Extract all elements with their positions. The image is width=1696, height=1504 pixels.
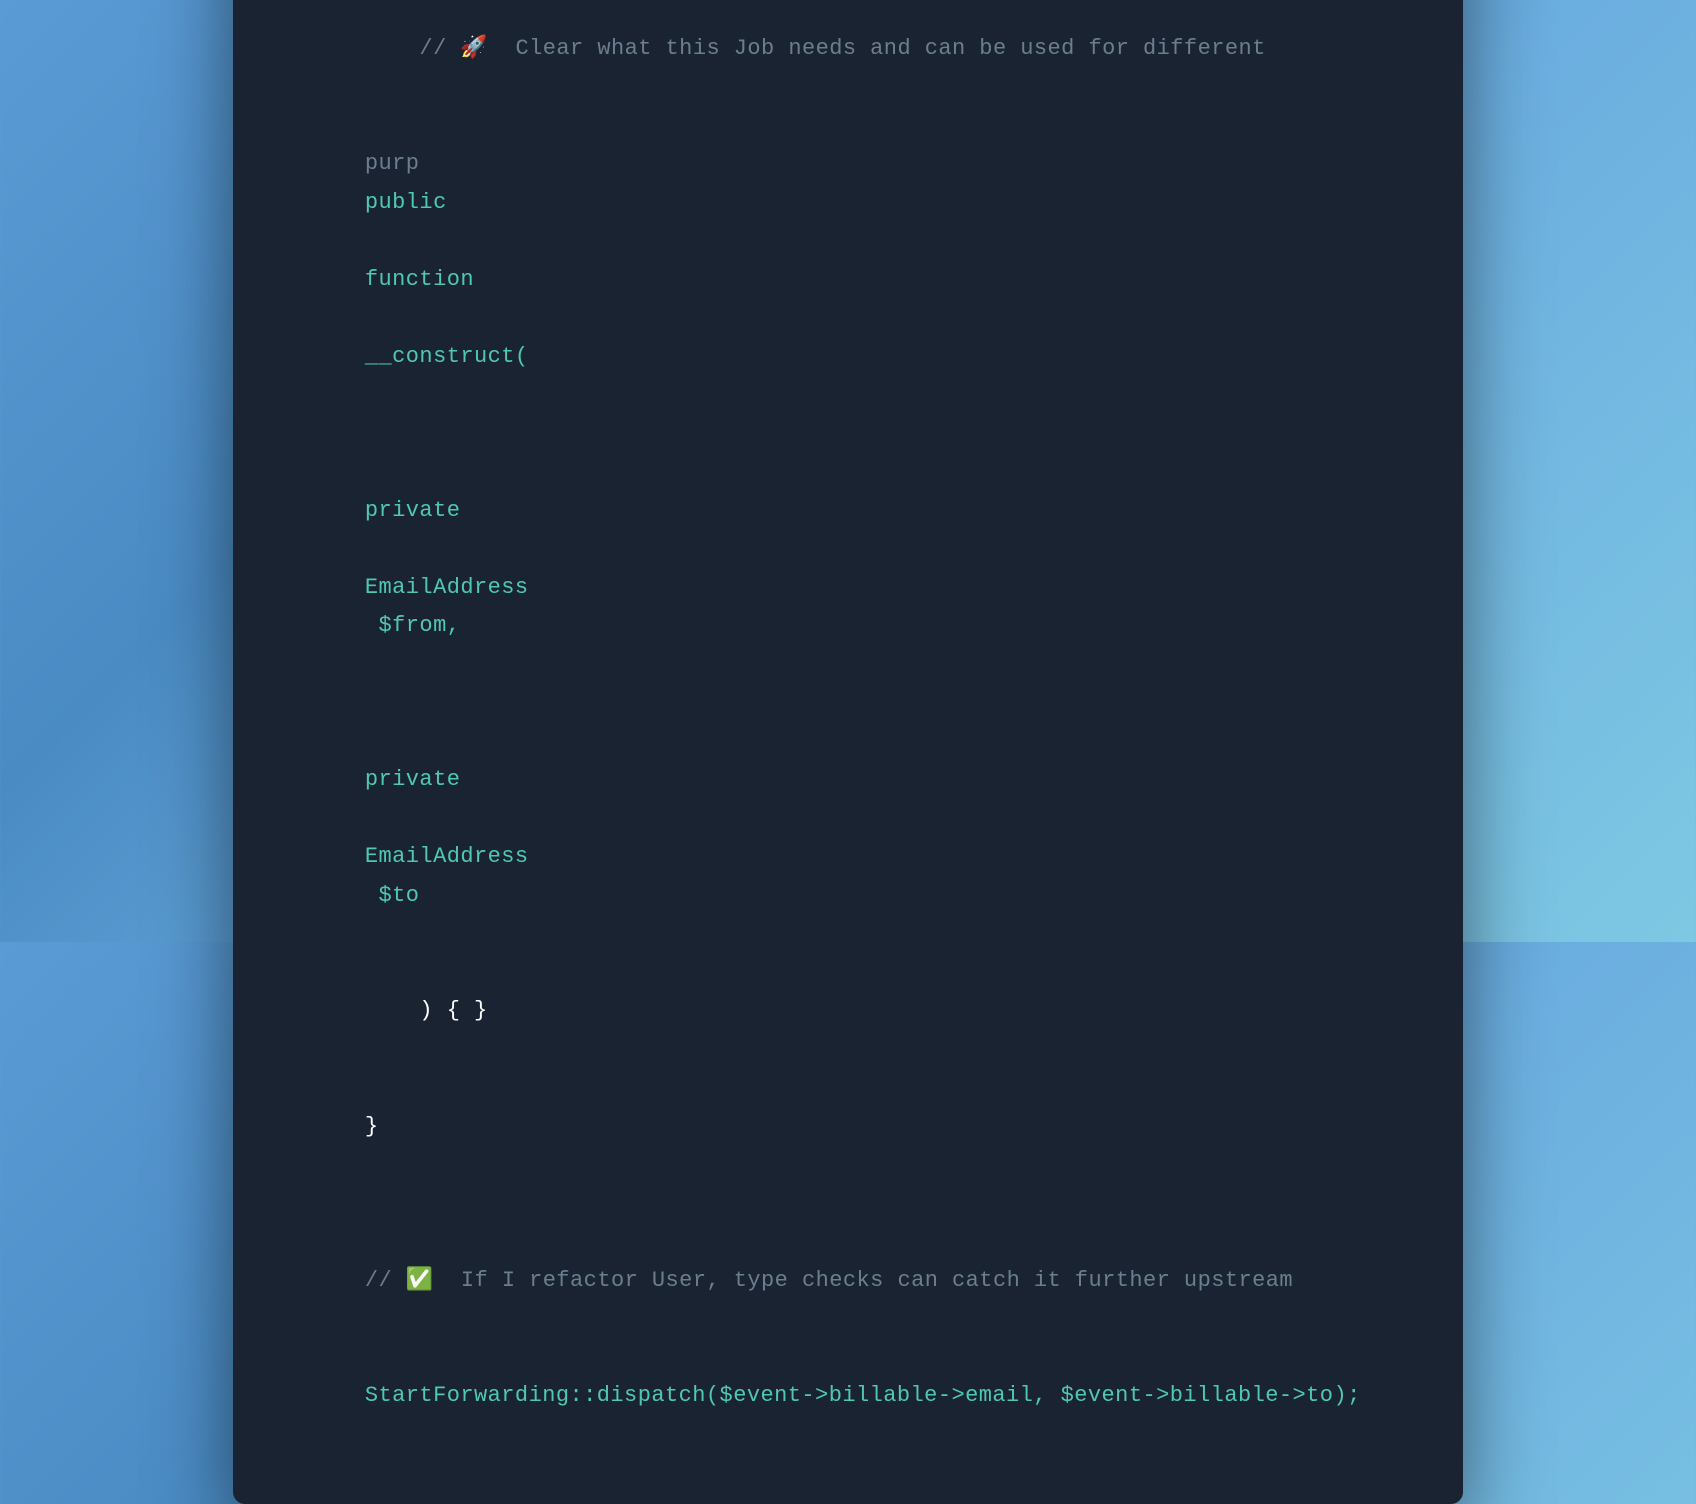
code-line-4: purp public function __construct( (283, 107, 1413, 415)
type-emailaddress-1: EmailAddress (365, 575, 529, 600)
comment-continuation: purp (365, 151, 420, 176)
closing-construct-brace: ) { } (365, 998, 488, 1023)
code-editor-window: class StartForwarding implements ShouldQ… (233, 0, 1463, 1504)
comment-rocket: // 🚀 Clear what this Job needs and can b… (365, 36, 1266, 61)
code-display: class StartForwarding implements ShouldQ… (233, 0, 1463, 1504)
keyword-public: public (365, 190, 447, 215)
method-construct: __construct( (365, 344, 529, 369)
empty-line (283, 1185, 1413, 1224)
keyword-private-1: private (365, 498, 461, 523)
param-from: $from, (365, 613, 461, 638)
dispatch-statement: StartForwarding::dispatch($event->billab… (365, 1383, 1361, 1408)
param-to: $to (365, 883, 420, 908)
code-line-dispatch: StartForwarding::dispatch($event->billab… (283, 1339, 1413, 1455)
keyword-function: function (365, 267, 474, 292)
close-class-brace: } (365, 1114, 379, 1139)
code-line-comment-1: // 🚀 Clear what this Job needs and can b… (283, 0, 1413, 107)
comment-checkmark: // ✅ If I refactor User, type checks can… (365, 1268, 1293, 1293)
code-line-6: private EmailAddress $to (283, 684, 1413, 954)
code-line-5: private EmailAddress $from, (283, 415, 1413, 685)
code-line-comment-2: // ✅ If I refactor User, type checks can… (283, 1223, 1413, 1339)
code-line-7: ) { } (283, 954, 1413, 1070)
code-line-8: } (283, 1069, 1413, 1185)
type-emailaddress-2: EmailAddress (365, 844, 529, 869)
keyword-private-2: private (365, 767, 461, 792)
